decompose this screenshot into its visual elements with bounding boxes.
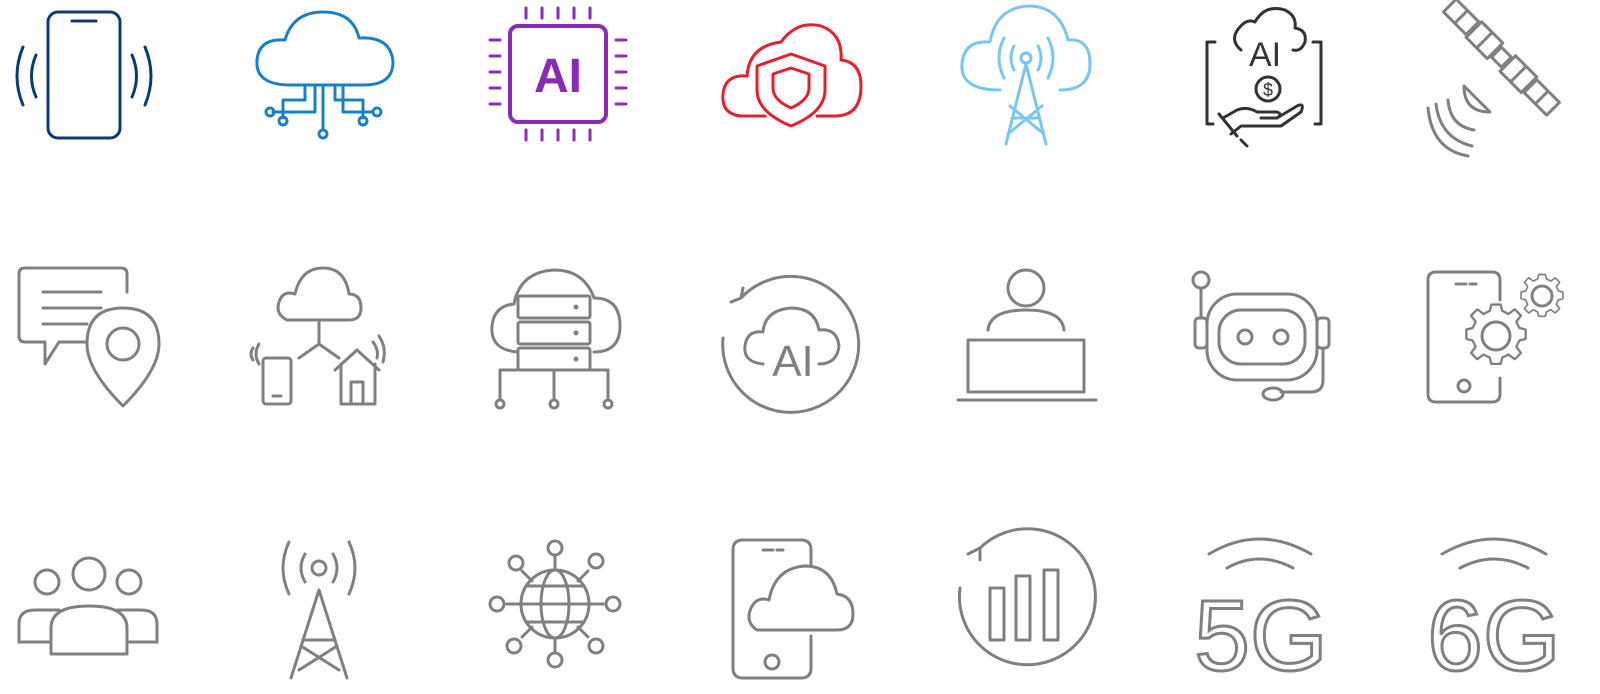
5g-icon: 5G (1189, 534, 1349, 694)
icon-grid: AI AI $ AI 5G 6G (0, 0, 1600, 694)
user-laptop-icon (950, 258, 1110, 418)
satellite-icon (1420, 0, 1580, 160)
cloud-broadcast-tower-icon (950, 0, 1110, 160)
team-group-icon (3, 534, 163, 694)
cloud-server-icon (476, 258, 636, 418)
ai-cost-hand-icon: AI $ (1189, 0, 1349, 160)
6g-icon: 6G (1420, 534, 1580, 694)
phone-settings-icon (1420, 258, 1580, 418)
chat-location-icon (3, 258, 163, 418)
global-network-icon (476, 534, 636, 694)
vibrating-phone-icon (3, 0, 163, 160)
ai-cloud-label: AI (772, 337, 814, 386)
ai-cost-label: AI (1249, 36, 1281, 74)
cloud-network-icon (243, 0, 403, 160)
cloud-devices-home-icon (243, 258, 403, 418)
chatbot-headset-icon (1189, 258, 1349, 418)
cloud-security-shield-icon (711, 0, 871, 160)
dollar-symbol: $ (1263, 80, 1273, 100)
ai-chip-label: AI (534, 50, 582, 103)
6g-label: 6G (1427, 580, 1560, 692)
5g-label: 5G (1194, 580, 1327, 692)
cell-tower-icon (243, 534, 403, 694)
signal-bars-refresh-icon (950, 527, 1110, 694)
ai-chip-icon: AI (476, 0, 636, 160)
phone-cloud-icon (711, 534, 871, 694)
ai-cloud-refresh-icon: AI (711, 258, 871, 418)
